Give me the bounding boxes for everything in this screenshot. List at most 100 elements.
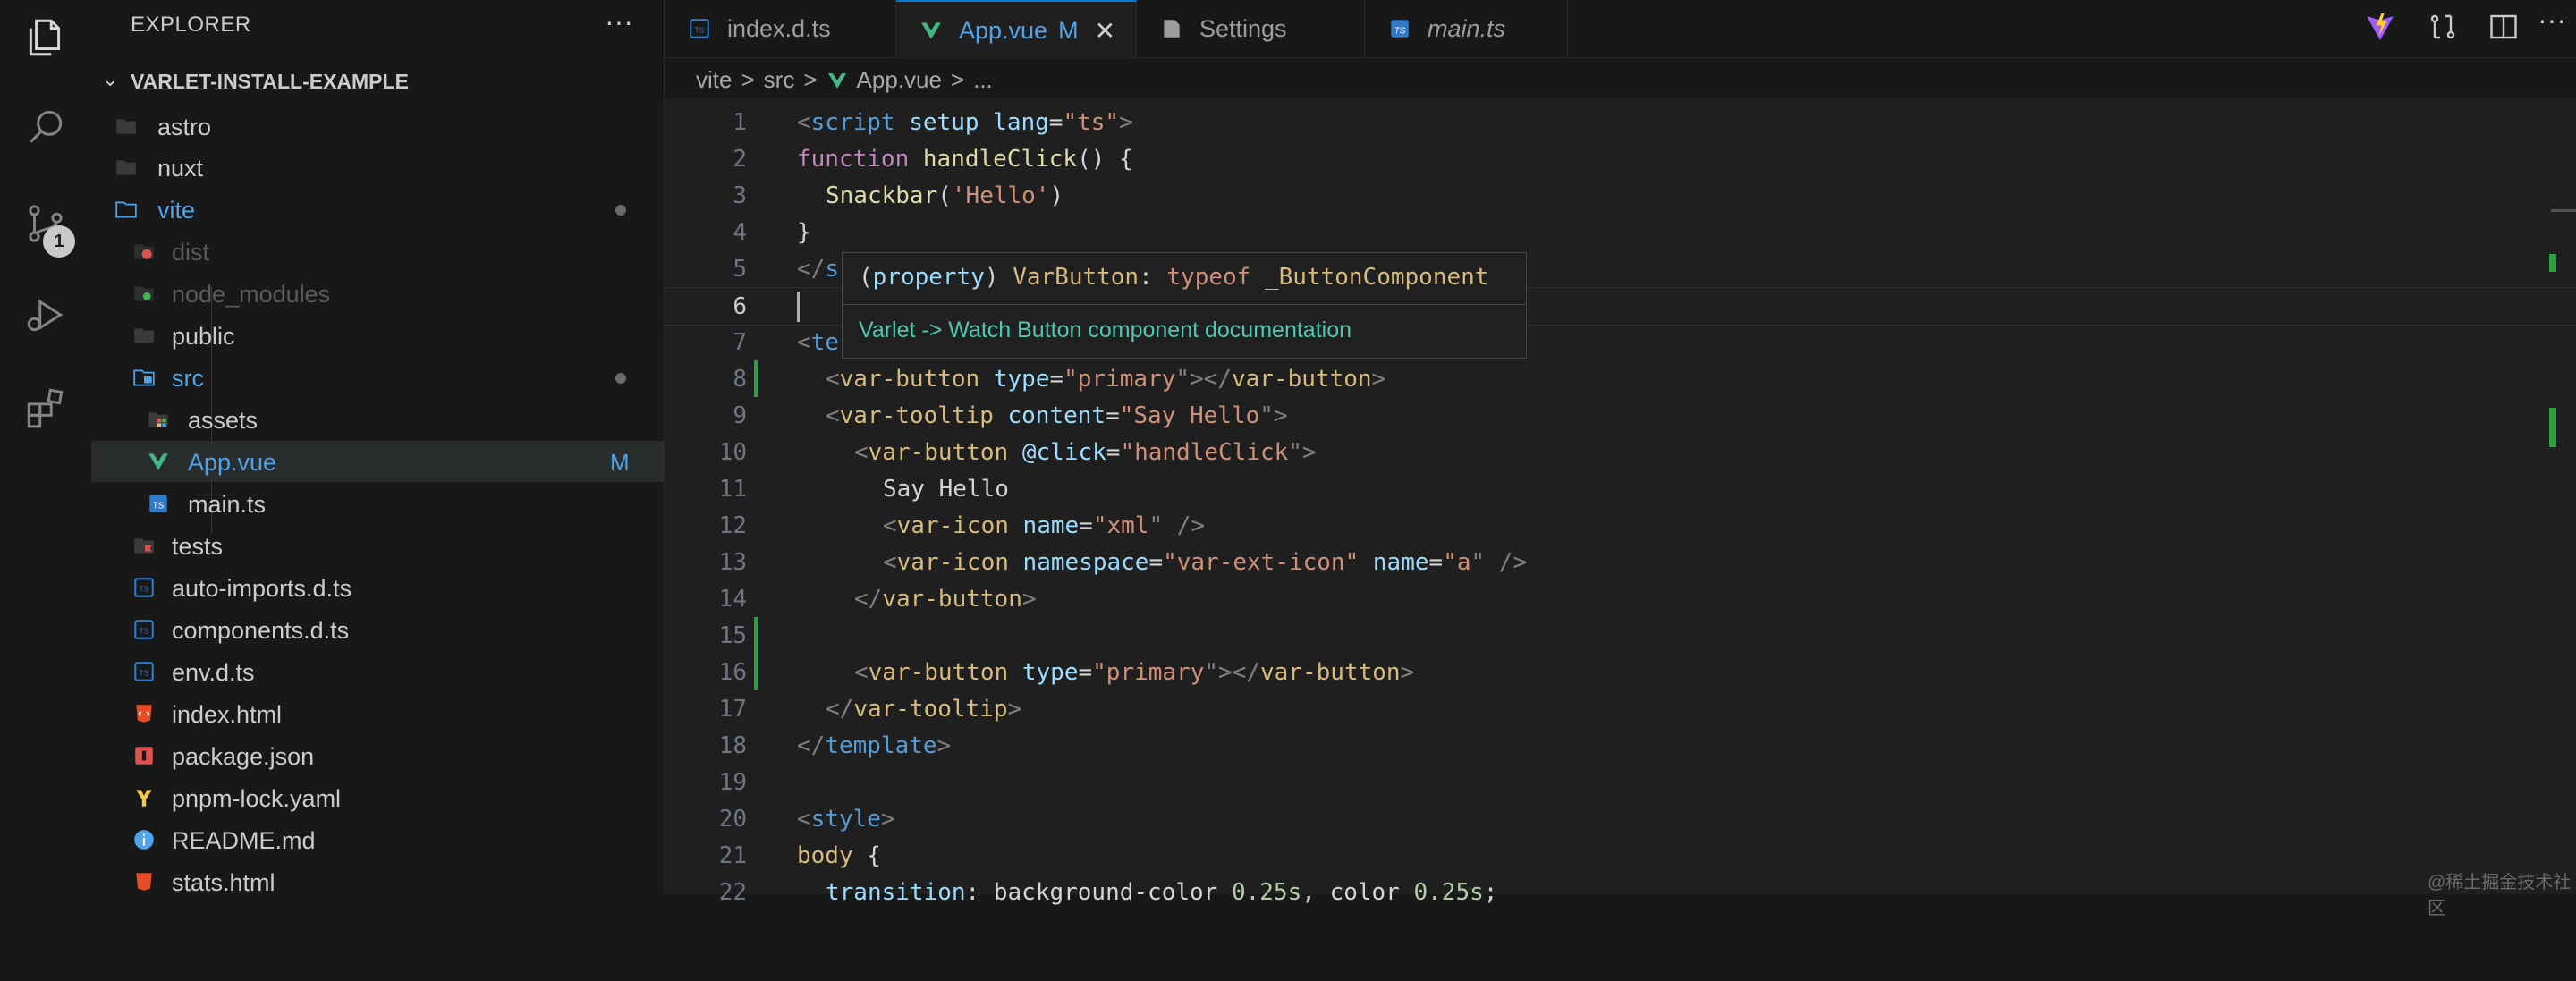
tree-item-label: main.ts bbox=[188, 491, 267, 518]
code-line[interactable]: 13 <var-icon namespace="var-ext-icon" na… bbox=[665, 544, 2576, 580]
close-icon[interactable]: ✕ bbox=[1095, 16, 1115, 46]
code-line[interactable]: 14 </var-button> bbox=[665, 580, 2576, 617]
tree-item-components[interactable]: TS components.d.ts bbox=[91, 609, 664, 650]
watermark: @稀土掘金技术社区 bbox=[2428, 873, 2572, 918]
hover-divider bbox=[843, 304, 1526, 305]
tree-item-node-modules[interactable]: node_modules bbox=[91, 273, 664, 314]
overview-ruler[interactable] bbox=[2549, 0, 2576, 894]
tree-item-label: assets bbox=[188, 407, 258, 434]
explorer-sidebar: EXPLORER ··· ⌄ VARLET-INSTALL-EXAMPLE as… bbox=[91, 0, 665, 896]
run-debug-icon[interactable] bbox=[22, 292, 69, 338]
breadcrumb-item[interactable]: ... bbox=[973, 66, 993, 94]
code-line[interactable]: 12 <var-icon name="xml" /> bbox=[665, 507, 2576, 544]
line-number: 15 bbox=[718, 622, 747, 649]
tree-item-package-json[interactable]: package.json bbox=[91, 735, 664, 776]
tree-item-label: README.md bbox=[172, 827, 316, 854]
tab-main-ts[interactable]: TS main.ts bbox=[1365, 0, 1568, 57]
line-number: 6 bbox=[733, 293, 747, 320]
tree-item-main-ts[interactable]: TS main.ts bbox=[91, 483, 664, 524]
code-text: <style> bbox=[797, 806, 895, 833]
tree-item-astro[interactable]: astro bbox=[91, 106, 664, 147]
code-line[interactable]: 21 body { bbox=[665, 837, 2576, 874]
tree-item-label: tests bbox=[172, 533, 224, 560]
tree-item-pnpm-lock[interactable]: pnpm-lock.yaml bbox=[91, 777, 664, 818]
compare-changes-icon[interactable] bbox=[2427, 11, 2459, 43]
tree-item-auto-imports[interactable]: TS auto-imports.d.ts bbox=[91, 567, 664, 608]
code-text: } bbox=[797, 219, 811, 246]
code-line[interactable]: 15 bbox=[665, 617, 2576, 654]
code-text: function handleClick() { bbox=[797, 146, 1133, 173]
tree-item-label: src bbox=[172, 365, 204, 392]
code-line[interactable]: 1 <script setup lang="ts"> bbox=[665, 104, 2576, 140]
tree-item-label: components.d.ts bbox=[172, 617, 350, 644]
code-text: <var-icon name="xml" /> bbox=[883, 512, 1206, 539]
line-number: 5 bbox=[733, 256, 747, 283]
scrollbar-thumb[interactable] bbox=[2551, 209, 2576, 212]
breadcrumb-item[interactable]: src bbox=[764, 66, 795, 94]
line-number: 2 bbox=[733, 146, 747, 173]
hover-signature: (property) VarButton: typeof _ButtonComp… bbox=[859, 264, 1489, 291]
tree-item-readme[interactable]: README.md bbox=[91, 819, 664, 860]
code-text: transition: background-color 0.25s, colo… bbox=[826, 879, 1498, 906]
tree-item-vite[interactable]: vite bbox=[91, 189, 664, 230]
change-marker bbox=[2549, 254, 2556, 272]
tree-item-app-vue[interactable]: App.vue M bbox=[91, 441, 664, 482]
code-line[interactable]: 16 <var-button type="primary"></var-butt… bbox=[665, 654, 2576, 690]
breadcrumb-separator: > bbox=[803, 66, 818, 93]
code-line[interactable]: 9 <var-tooltip content="Say Hello"> bbox=[665, 397, 2576, 434]
tree-item-tests[interactable]: tests bbox=[91, 525, 664, 566]
code-line[interactable]: 22 transition: background-color 0.25s, c… bbox=[665, 874, 2576, 910]
tree-item-env[interactable]: TS env.d.ts bbox=[91, 651, 664, 692]
svg-text:TS: TS bbox=[139, 584, 148, 593]
breadcrumb-item[interactable]: vite bbox=[696, 66, 732, 94]
tree-item-nuxt[interactable]: nuxt bbox=[91, 147, 664, 188]
code-editor[interactable]: 1 <script setup lang="ts"> 2 function ha… bbox=[665, 98, 2576, 906]
breadcrumb-item[interactable]: App.vue bbox=[857, 66, 942, 94]
code-line[interactable]: 18 </template> bbox=[665, 727, 2576, 764]
code-line[interactable]: 8 <var-button type="primary"></var-butto… bbox=[665, 360, 2576, 397]
tab-index-d-ts[interactable]: TS index.d.ts bbox=[665, 0, 896, 57]
tree-item-src[interactable]: src bbox=[91, 357, 664, 398]
search-icon[interactable] bbox=[22, 104, 69, 150]
tree-item-dist[interactable]: dist bbox=[91, 231, 664, 272]
line-number: 17 bbox=[718, 696, 747, 723]
project-header[interactable]: ⌄ VARLET-INSTALL-EXAMPLE bbox=[91, 66, 664, 98]
code-line[interactable]: 2 function handleClick() { bbox=[665, 140, 2576, 177]
git-added-marker bbox=[754, 654, 758, 690]
code-line[interactable]: 4 } bbox=[665, 214, 2576, 250]
svg-text:TS: TS bbox=[694, 25, 704, 34]
chevron-down-icon: ⌄ bbox=[102, 68, 119, 90]
tree-item-assets[interactable]: assets bbox=[91, 399, 664, 440]
editor-tabs: TS index.d.ts App.vue M ✕ Settings TS ma… bbox=[665, 0, 2576, 59]
extensions-icon[interactable] bbox=[22, 385, 69, 431]
tab-app-vue[interactable]: App.vue M ✕ bbox=[896, 0, 1137, 59]
tab-settings[interactable]: Settings bbox=[1137, 0, 1365, 57]
code-line[interactable]: 11 Say Hello bbox=[665, 470, 2576, 507]
code-text: </template> bbox=[797, 732, 952, 759]
text-cursor bbox=[797, 292, 800, 322]
code-line[interactable]: 20 <style> bbox=[665, 800, 2576, 837]
git-status-badge: M bbox=[610, 449, 630, 476]
code-line[interactable]: 17 </var-tooltip> bbox=[665, 690, 2576, 727]
vue-icon bbox=[827, 72, 846, 89]
tree-item-public[interactable]: public bbox=[91, 315, 664, 356]
folder-assets-icon bbox=[148, 412, 168, 427]
code-line[interactable]: 10 <var-button @click="handleClick"> bbox=[665, 434, 2576, 470]
html-icon bbox=[136, 873, 152, 891]
folder-tests-icon bbox=[134, 538, 154, 554]
more-actions-icon[interactable]: ··· bbox=[605, 5, 633, 38]
code-text: <te bbox=[797, 329, 839, 356]
ts-icon: TS bbox=[134, 620, 154, 639]
tree-item-index-html[interactable]: index.html bbox=[91, 693, 664, 734]
svg-text:TS: TS bbox=[139, 668, 148, 677]
tree-item-label: public bbox=[172, 323, 235, 350]
vite-icon[interactable] bbox=[2364, 11, 2396, 43]
code-line[interactable]: 3 Snackbar('Hello') bbox=[665, 177, 2576, 214]
explorer-icon[interactable] bbox=[22, 14, 69, 61]
tree-item-stats-html[interactable]: stats.html bbox=[91, 861, 664, 902]
split-editor-icon[interactable] bbox=[2487, 11, 2520, 43]
docs-link[interactable]: Varlet -> Watch Button component documen… bbox=[859, 317, 1352, 343]
code-line[interactable]: 19 bbox=[665, 764, 2576, 800]
svg-text:TS: TS bbox=[139, 626, 148, 635]
line-number: 14 bbox=[718, 586, 747, 613]
